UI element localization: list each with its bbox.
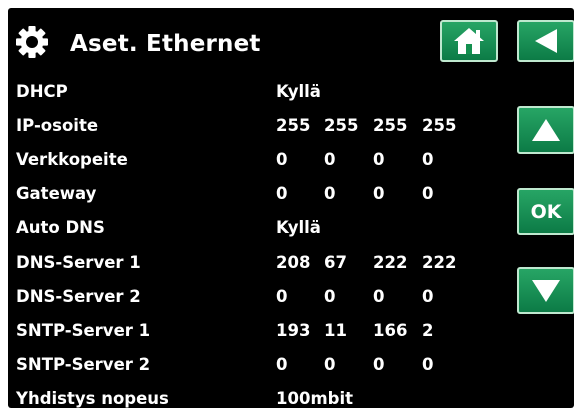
link-speed-value: 100mbit [276, 389, 353, 408]
back-arrow-icon [535, 29, 557, 53]
dns1-octet-3: 222 [373, 253, 408, 272]
sntp2-octet-3: 0 [373, 355, 385, 374]
row-sntp-server-2[interactable]: SNTP-Server 2 0 0 0 0 [8, 353, 498, 377]
auto-dns-value: Kyllä [276, 218, 321, 237]
ip-octet-3: 255 [373, 116, 408, 135]
ip-octet-1: 255 [276, 116, 311, 135]
row-netmask[interactable]: Verkkopeite 0 0 0 0 [8, 148, 498, 172]
home-icon [454, 28, 484, 54]
sntp1-octet-4: 2 [422, 321, 434, 340]
dns1-octet-1: 208 [276, 253, 311, 272]
netmask-octet-4: 0 [422, 150, 434, 169]
sntp2-octet-1: 0 [276, 355, 288, 374]
row-ip-address[interactable]: IP-osoite 255 255 255 255 [8, 114, 498, 138]
scroll-down-button[interactable] [517, 267, 574, 314]
row-link-speed[interactable]: Yhdistys nopeus 100mbit [8, 387, 498, 408]
netmask-octet-3: 0 [373, 150, 385, 169]
link-speed-label: Yhdistys nopeus [16, 389, 169, 408]
sntp1-octet-1: 193 [276, 321, 311, 340]
gateway-octet-1: 0 [276, 184, 288, 203]
gateway-label: Gateway [16, 184, 97, 203]
ip-octet-4: 255 [422, 116, 457, 135]
arrow-down-icon [532, 279, 560, 302]
dhcp-value: Kyllä [276, 82, 321, 101]
dns-server-2-label: DNS-Server 2 [16, 287, 141, 306]
ip-octet-2: 255 [324, 116, 359, 135]
row-gateway[interactable]: Gateway 0 0 0 0 [8, 182, 498, 206]
header: Aset. Ethernet [8, 8, 574, 70]
gateway-octet-4: 0 [422, 184, 434, 203]
ok-button[interactable]: OK [517, 188, 574, 235]
back-button[interactable] [517, 20, 574, 62]
ok-label: OK [530, 200, 562, 223]
page-title: Aset. Ethernet [70, 31, 261, 57]
settings-screen: Aset. Ethernet OK DHCP Kyllä IP-osoite 2… [8, 8, 574, 408]
sntp-server-2-label: SNTP-Server 2 [16, 355, 151, 374]
arrow-up-icon [532, 119, 560, 141]
auto-dns-label: Auto DNS [16, 218, 105, 237]
dns1-octet-4: 222 [422, 253, 457, 272]
home-button[interactable] [440, 20, 498, 62]
dns-server-1-label: DNS-Server 1 [16, 253, 141, 272]
row-dns-server-1[interactable]: DNS-Server 1 208 67 222 222 [8, 251, 498, 275]
row-auto-dns[interactable]: Auto DNS Kyllä [8, 216, 498, 240]
sntp-server-1-label: SNTP-Server 1 [16, 321, 151, 340]
sntp2-octet-2: 0 [324, 355, 336, 374]
netmask-label: Verkkopeite [16, 150, 128, 169]
gateway-octet-2: 0 [324, 184, 336, 203]
dns2-octet-2: 0 [324, 287, 336, 306]
netmask-octet-1: 0 [276, 150, 288, 169]
sntp1-octet-2: 11 [324, 321, 347, 340]
gateway-octet-3: 0 [373, 184, 385, 203]
gear-icon [16, 26, 48, 58]
sntp1-octet-3: 166 [373, 321, 408, 340]
row-dns-server-2[interactable]: DNS-Server 2 0 0 0 0 [8, 285, 498, 309]
dhcp-label: DHCP [16, 82, 68, 101]
scroll-up-button[interactable] [517, 106, 574, 154]
dns2-octet-3: 0 [373, 287, 385, 306]
dns2-octet-1: 0 [276, 287, 288, 306]
dns2-octet-4: 0 [422, 287, 434, 306]
netmask-octet-2: 0 [324, 150, 336, 169]
ip-address-label: IP-osoite [16, 116, 99, 135]
row-sntp-server-1[interactable]: SNTP-Server 1 193 11 166 2 [8, 319, 498, 343]
dns1-octet-2: 67 [324, 253, 347, 272]
sntp2-octet-4: 0 [422, 355, 434, 374]
row-dhcp[interactable]: DHCP Kyllä [8, 80, 498, 104]
